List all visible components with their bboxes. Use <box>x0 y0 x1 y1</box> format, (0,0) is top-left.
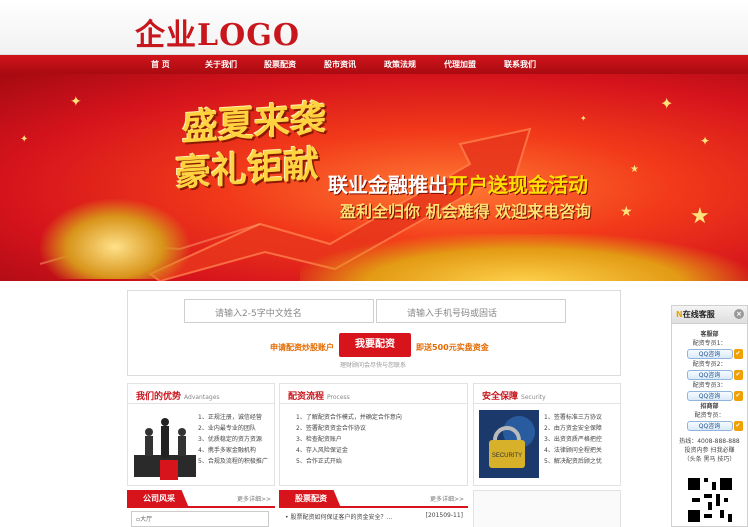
list-item: 2、由方资金安全保障 <box>544 425 602 432</box>
news-item-title[interactable]: 股票配资如何保证客户的资金安全？... <box>290 514 392 521</box>
news-section-header: 股票配资 更多详细>> <box>279 490 468 508</box>
name-input[interactable]: 请输入2-5字中文姓名 <box>184 299 374 323</box>
cs-header: N在线客服 × <box>672 306 747 324</box>
company-image[interactable]: ▫大厅 <box>131 511 269 527</box>
list-item: 5、合规及流程的积极推广 <box>198 458 268 465</box>
close-icon[interactable]: × <box>734 309 744 319</box>
list-item: 3、出资资质严格把控 <box>544 436 602 443</box>
list-item: 3、检查配资账户 <box>296 436 342 443</box>
nav-item-home[interactable]: 首 页 <box>138 55 196 74</box>
panel-header: 我们的优势 Advantages <box>128 384 274 404</box>
list-item: 2、业内最专业的团队 <box>198 425 256 432</box>
news-title: 股票配资 <box>295 494 327 503</box>
golden-bull-image <box>40 199 190 279</box>
qq-chat-button[interactable]: QQ咨询 <box>686 391 743 401</box>
agent-label: 配资专员3： <box>692 382 727 389</box>
bonus-text: 即送500元实盘资金 <box>416 343 489 352</box>
company-title: 公司风采 <box>143 494 175 503</box>
apply-funding-button[interactable]: 我要配资 <box>339 333 411 357</box>
nav-item-about[interactable]: 关于我们 <box>192 55 250 74</box>
qq-chat-button[interactable]: QQ咨询 <box>686 349 743 359</box>
security-panel: 安全保障 Security SECURITY 1、签署标准三方协议 2、由方资金安… <box>473 383 621 486</box>
list-item: 4、存入风险保证金 <box>296 447 348 454</box>
apply-account-text: 申请配资炒股账户 <box>270 343 334 352</box>
qq-chat-button[interactable]: QQ咨询 <box>686 370 743 380</box>
cs-title: 在线客服 <box>682 310 715 319</box>
service-logo-icon: N <box>676 310 683 319</box>
news-tab[interactable]: 股票配资 <box>279 490 341 508</box>
nav-item-stock-funding[interactable]: 股票配资 <box>250 55 310 74</box>
partner-section <box>473 490 621 527</box>
main-nav: 首 页 关于我们 股票配资 股市资讯 政策法规 代理加盟 联系我们 <box>0 55 748 74</box>
panel-title: 我们的优势 <box>136 392 182 402</box>
banner-promo-line2: 盈利全归你 机会难得 欢迎来电咨询 <box>340 202 592 221</box>
agent-label: 配资专员1： <box>692 340 727 347</box>
security-image-label: SECURITY <box>492 453 522 459</box>
list-item: 5、解决配资后顾之忧 <box>544 458 602 465</box>
security-lock-image: SECURITY <box>479 410 539 478</box>
qr-caption-1: 投资内参 扫我必赚 <box>684 447 735 454</box>
panel-header: 配资流程 Process <box>280 384 467 404</box>
list-item: 5、合作正式开始 <box>296 458 342 465</box>
logo[interactable]: 企业LOGO <box>135 10 300 54</box>
nav-item-policy[interactable]: 政策法规 <box>370 55 430 74</box>
hotline-text: 热线：4008-888-888 <box>679 438 740 445</box>
qr-caption-2: （头条 黑马 技巧） <box>683 456 736 463</box>
list-item: 4、法律顾问全程把关 <box>544 447 602 454</box>
dept-customer-service: 客服部 <box>700 331 719 338</box>
business-team-image <box>134 418 196 480</box>
promo-highlight: 开户送现金活动 <box>448 173 588 197</box>
nav-item-stock-news[interactable]: 股市资讯 <box>310 55 370 74</box>
qr-code-image <box>688 478 732 522</box>
dept-business: 招商部 <box>700 403 719 410</box>
form-note: 理财顾问会尽快与您联系 <box>340 362 407 369</box>
list-item: 3、优质稳定的资方资源 <box>198 436 262 443</box>
qq-chat-button[interactable]: QQ咨询 <box>686 421 743 431</box>
banner-promo-line1: 联业金融推出开户送现金活动 <box>328 169 588 198</box>
customer-service-widget: N在线客服 × 客服部 配资专员1： QQ咨询 配资专员2： QQ咨询 配资专员… <box>671 305 748 527</box>
gold-coins-image <box>300 234 748 281</box>
list-item: 4、携手多家金融机构 <box>198 447 256 454</box>
company-section-header: 公司风采 更多详细>> <box>127 490 275 508</box>
advantages-panel: 我们的优势 Advantages 1、正规注册，诚信经营 2、业内最专业的团队 3… <box>127 383 275 486</box>
panel-title-en: Advantages <box>184 394 220 401</box>
list-item: 1、了解配资合作模式，并确定合作意向 <box>296 414 402 421</box>
site-header: 企业LOGO <box>0 0 748 55</box>
company-image-alt: 大厅 <box>140 516 153 523</box>
signup-form: 请输入2-5字中文姓名 请输入手机号码或固话 申请配资炒股账户 我要配资 即送5… <box>127 290 621 376</box>
news-item-date: [201509-11] <box>425 512 463 519</box>
panel-title: 配资流程 <box>288 392 325 402</box>
company-more-link[interactable]: 更多详细>> <box>237 494 271 503</box>
list-item: 2、签署配资资金合作协议 <box>296 425 366 432</box>
panel-title: 安全保障 <box>482 392 519 402</box>
agent-label: 配资专员： <box>694 412 725 419</box>
phone-input[interactable]: 请输入手机号码或固话 <box>376 299 566 323</box>
panel-title-en: Security <box>521 394 546 401</box>
list-item: 1、正规注册，诚信经营 <box>198 414 262 421</box>
agent-label: 配资专员2： <box>692 361 727 368</box>
panel-title-en: Process <box>327 394 350 401</box>
panel-header: 安全保障 Security <box>474 384 620 404</box>
news-more-link[interactable]: 更多详细>> <box>430 494 464 503</box>
banner-title-line2: 豪礼钜献 <box>175 142 320 196</box>
news-list-item[interactable]: • 股票配资如何保证客户的资金安全？... [201509-11] <box>285 512 467 521</box>
promo-prefix: 联业金融推出 <box>328 173 448 197</box>
list-item: 1、签署标准三方协议 <box>544 414 602 421</box>
process-panel: 配资流程 Process 1、了解配资合作模式，并确定合作意向 2、签署配资资金合… <box>279 383 468 486</box>
nav-item-agent[interactable]: 代理加盟 <box>430 55 490 74</box>
nav-item-contact[interactable]: 联系我们 <box>490 55 550 74</box>
company-tab[interactable]: 公司风采 <box>127 490 189 508</box>
promo-banner[interactable]: ✦ ✦ ✦ ✦ ★ ★ ★ ✦ 盛夏来袭 豪礼钜献 联业金融推出开户送现金活动 … <box>0 74 748 281</box>
